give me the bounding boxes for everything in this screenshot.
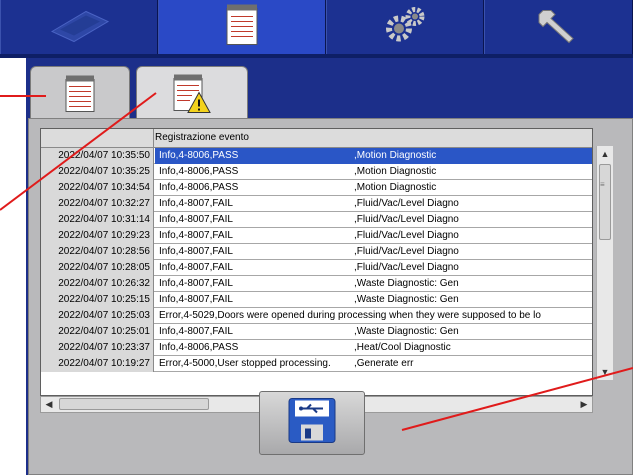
event-log-table[interactable]: Registrazione evento 2022/04/07 10:35:50… (40, 128, 593, 396)
row-timestamp: 2022/04/07 10:34:54 (41, 180, 154, 196)
row-timestamp: 2022/04/07 10:25:03 (41, 308, 154, 324)
notepad-icon (225, 3, 259, 52)
table-row[interactable]: 2022/04/07 10:25:15 Info,4-8007,FAIL ,Wast… (41, 292, 592, 308)
row-timestamp: 2022/04/07 10:23:37 (41, 340, 154, 356)
table-row[interactable]: 2022/04/07 10:29:23 Info,4-8007,FAIL ,Flui… (41, 228, 592, 244)
row-timestamp: 2022/04/07 10:35:50 (41, 148, 154, 164)
row-message-text: Info,4-8007,FAIL (159, 246, 233, 257)
row-message-text: Info,4-8006,PASS (159, 182, 239, 193)
row-source: ,Fluid/Vac/Level Diagno (354, 246, 459, 257)
table-row[interactable]: 2022/04/07 10:35:50 Info,4-8006,PASS ,Moti… (41, 148, 592, 164)
row-message-text: Info,4-8007,FAIL (159, 230, 233, 241)
wrench-icon (537, 5, 581, 50)
row-message-text: Info,4-8007,FAIL (159, 262, 233, 273)
usb-save-icon (287, 397, 337, 450)
table-row[interactable]: 2022/04/07 10:28:05 Info,4-8007,FAIL ,Flui… (41, 260, 592, 276)
row-source: ,Heat/Cool Diagnostic (354, 342, 451, 353)
event-column-header: Registrazione evento (155, 132, 249, 143)
row-source: ,Motion Diagnostic (354, 150, 437, 161)
row-source: ,Motion Diagnostic (354, 166, 437, 177)
time-column-header (41, 129, 154, 147)
notepad-warning-icon (172, 72, 212, 119)
export-to-usb-button[interactable] (259, 391, 365, 455)
tab-maintenance[interactable] (484, 0, 633, 54)
scroll-down-arrow-icon[interactable]: ▼ (597, 364, 613, 380)
table-row[interactable]: 2022/04/07 10:28:56 Info,4-8007,FAIL ,Flui… (41, 244, 592, 260)
row-source: ,Fluid/Vac/Level Diagno (354, 230, 459, 241)
row-message-text: Info,4-8007,FAIL (159, 294, 233, 305)
horizontal-scroll-thumb[interactable] (59, 398, 209, 410)
vertical-scroll-thumb[interactable] (599, 164, 611, 240)
table-row[interactable]: 2022/04/07 10:31:14 Info,4-8007,FAIL ,Flui… (41, 212, 592, 228)
row-source: ,Fluid/Vac/Level Diagno (354, 198, 459, 209)
row-message-text: Error,4-5000,User stopped processing. (159, 358, 331, 369)
row-message-text: Error,4-5029,Doors were opened during pr… (159, 310, 541, 321)
table-row[interactable]: 2022/04/07 10:35:25 Info,4-8006,PASS ,Moti… (41, 164, 592, 180)
row-timestamp: 2022/04/07 10:35:25 (41, 164, 154, 180)
row-source: ,Fluid/Vac/Level Diagno (354, 214, 459, 225)
row-timestamp: 2022/04/07 10:32:27 (41, 196, 154, 212)
row-message-text: Info,4-8006,PASS (159, 166, 239, 177)
row-message-text: Info,4-8007,FAIL (159, 198, 233, 209)
row-source: ,Waste Diagnostic: Gen (354, 278, 459, 289)
scroll-right-arrow-icon[interactable]: ▶ (576, 397, 592, 412)
grip-icon: ≡ (600, 180, 605, 189)
row-message-text: Info,4-8007,FAIL (159, 214, 233, 225)
row-message-text: Info,4-8006,PASS (159, 342, 239, 353)
tab-logs[interactable] (158, 0, 326, 54)
scroll-up-arrow-icon[interactable]: ▲ (597, 146, 613, 162)
table-row[interactable]: 2022/04/07 10:25:01 Info,4-8007,FAIL ,Wast… (41, 324, 592, 340)
table-row[interactable]: 2022/04/07 10:32:27 Info,4-8007,FAIL ,Flui… (41, 196, 592, 212)
row-timestamp: 2022/04/07 10:29:23 (41, 228, 154, 244)
row-source: ,Waste Diagnostic: Gen (354, 294, 459, 305)
scroll-left-arrow-icon[interactable]: ◀ (41, 397, 57, 412)
row-message-text: Info,4-8006,PASS (159, 150, 239, 161)
tab-trays[interactable] (0, 0, 158, 54)
row-source: ,Generate err (354, 358, 414, 369)
table-header: Registrazione evento (41, 129, 592, 148)
subtab-event-log[interactable] (136, 66, 248, 124)
row-timestamp: 2022/04/07 10:26:32 (41, 276, 154, 292)
vertical-scrollbar[interactable]: ▲ ≡ ▼ (596, 146, 613, 380)
tray-icon (46, 6, 112, 49)
table-row[interactable]: 2022/04/07 10:25:03 Error,4-5029,Doors we… (41, 308, 592, 324)
row-message-text: Info,4-8007,FAIL (159, 326, 233, 337)
table-row[interactable]: 2022/04/07 10:19:27 Error,4-5000,User sto… (41, 356, 592, 372)
row-timestamp: 2022/04/07 10:19:27 (41, 356, 154, 372)
subtab-log[interactable] (30, 66, 130, 124)
row-timestamp: 2022/04/07 10:25:15 (41, 292, 154, 308)
main-tab-bar (0, 0, 633, 58)
notepad-icon (64, 73, 96, 118)
row-timestamp: 2022/04/07 10:28:56 (41, 244, 154, 260)
row-source: ,Waste Diagnostic: Gen (354, 326, 459, 337)
table-row[interactable]: 2022/04/07 10:34:54 Info,4-8006,PASS ,Moti… (41, 180, 592, 196)
row-message: Error,4-5029,Doors were opened during pr… (155, 308, 592, 324)
tab-settings[interactable] (326, 0, 484, 54)
row-source: ,Fluid/Vac/Level Diagno (354, 262, 459, 273)
gears-icon (383, 5, 427, 50)
row-source: ,Motion Diagnostic (354, 182, 437, 193)
table-row[interactable]: 2022/04/07 10:26:32 Info,4-8007,FAIL ,Wast… (41, 276, 592, 292)
table-row[interactable]: 2022/04/07 10:23:37 Info,4-8006,PASS ,Heat… (41, 340, 592, 356)
row-timestamp: 2022/04/07 10:25:01 (41, 324, 154, 340)
row-timestamp: 2022/04/07 10:31:14 (41, 212, 154, 228)
row-timestamp: 2022/04/07 10:28:05 (41, 260, 154, 276)
row-message-text: Info,4-8007,FAIL (159, 278, 233, 289)
